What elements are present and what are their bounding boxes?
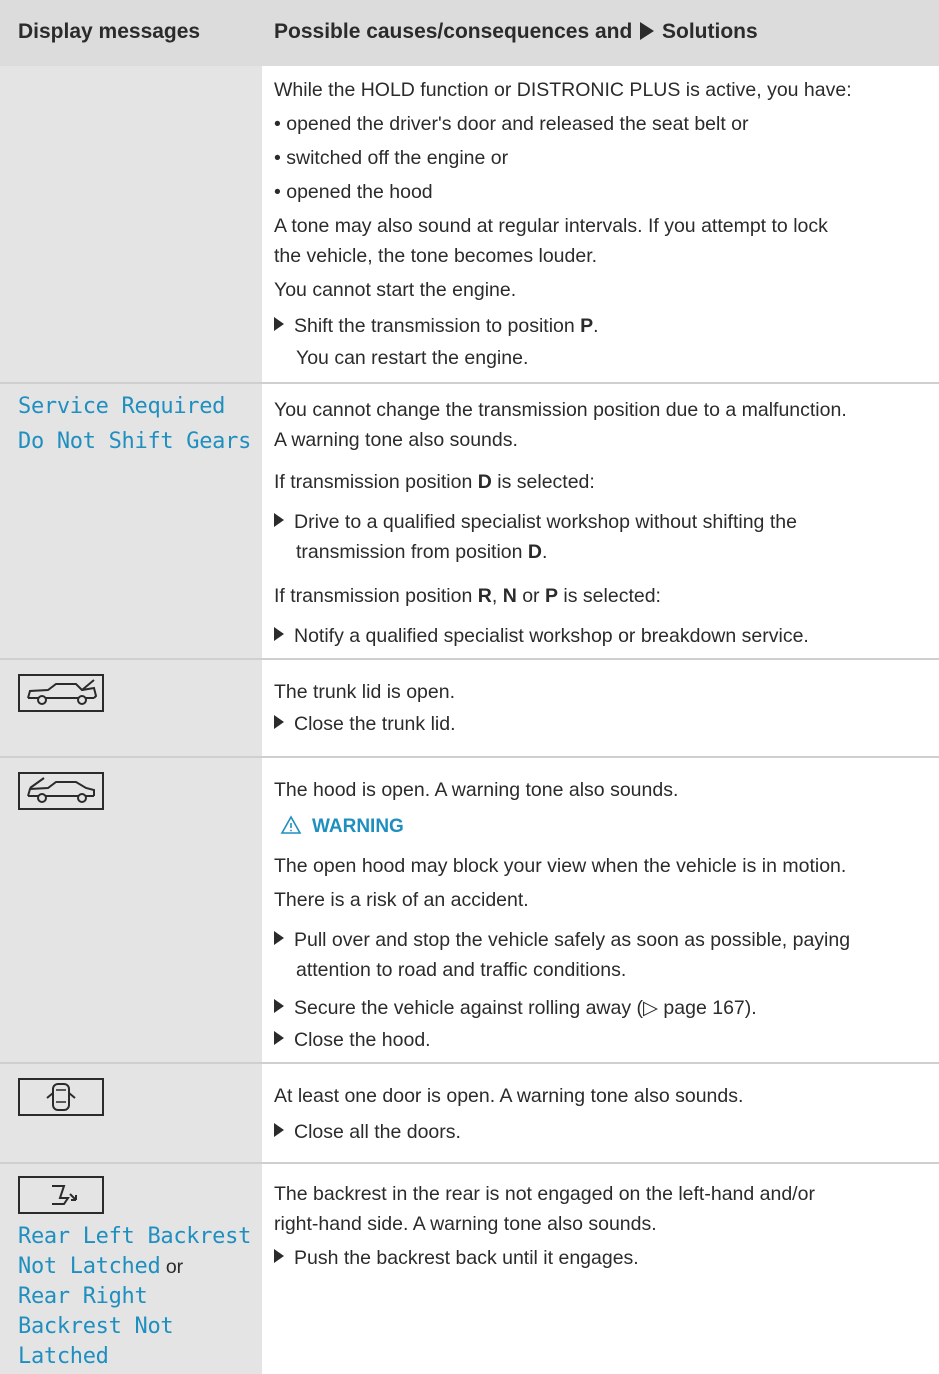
warning-text: There is a risk of an accident. bbox=[274, 889, 529, 911]
display-message: Backrest Not bbox=[18, 1314, 174, 1339]
solution-step-cont: attention to road and traffic conditions… bbox=[296, 959, 627, 981]
cause-text: You cannot start the engine. bbox=[274, 279, 517, 301]
header-causes-solutions: Possible causes/consequences and Solutio… bbox=[274, 20, 758, 43]
table-row: The hood is open. A warning tone also so… bbox=[0, 758, 939, 1062]
solution-step: Secure the vehicle against rolling away … bbox=[274, 992, 757, 1024]
solution-arrow-icon bbox=[640, 22, 655, 40]
warning-text: The open hood may block your view when t… bbox=[274, 855, 847, 877]
list-item: • opened the driver's door and released … bbox=[274, 113, 749, 135]
hood-open-icon bbox=[18, 772, 104, 810]
solution-step: Close the trunk lid. bbox=[274, 708, 456, 740]
cause-text: While the HOLD function or DISTRONIC PLU… bbox=[274, 79, 852, 101]
solution-step: Drive to a qualified specialist workshop… bbox=[274, 506, 797, 538]
table-header: Display messages Possible causes/consequ… bbox=[0, 0, 939, 66]
message-cell: Rear Left Backrest Not Latched or Rear R… bbox=[0, 1164, 262, 1374]
display-message: Service Required bbox=[18, 394, 226, 419]
step-arrow-icon bbox=[274, 1123, 284, 1137]
step-arrow-icon bbox=[274, 513, 284, 527]
solution-step-cont: transmission from position D. bbox=[296, 541, 548, 563]
message-cell bbox=[0, 758, 262, 1062]
cause-text: You cannot change the transmission posit… bbox=[274, 399, 847, 421]
table-row: At least one door is open. A warning ton… bbox=[0, 1064, 939, 1162]
header-display-messages: Display messages bbox=[18, 20, 201, 43]
step-arrow-icon bbox=[274, 715, 284, 729]
step-arrow-icon bbox=[274, 317, 284, 331]
table-row: The trunk lid is open. Close the trunk l… bbox=[0, 660, 939, 756]
display-message: Rear Left Backrest bbox=[18, 1224, 252, 1249]
step-arrow-icon bbox=[274, 1249, 284, 1263]
cause-text: the vehicle, the tone becomes louder. bbox=[274, 245, 598, 267]
step-arrow-icon bbox=[274, 1031, 284, 1045]
solution-note: You can restart the engine. bbox=[296, 347, 529, 369]
cause-text: A warning tone also sounds. bbox=[274, 429, 518, 451]
message-cell bbox=[0, 660, 262, 756]
door-open-icon bbox=[18, 1078, 104, 1116]
backrest-icon bbox=[18, 1176, 104, 1214]
cause-text: The backrest in the rear is not engaged … bbox=[274, 1183, 815, 1205]
table-row: Rear Left Backrest Not Latched or Rear R… bbox=[0, 1164, 939, 1374]
display-message: Rear Right bbox=[18, 1284, 148, 1309]
cause-text: The trunk lid is open. bbox=[274, 681, 456, 703]
step-arrow-icon bbox=[274, 999, 284, 1013]
solution-step: Close the hood. bbox=[274, 1024, 431, 1056]
cause-text: At least one door is open. A warning ton… bbox=[274, 1085, 744, 1107]
cause-text: A tone may also sound at regular interva… bbox=[274, 215, 828, 237]
table-row: While the HOLD function or DISTRONIC PLU… bbox=[0, 66, 939, 382]
solution-step: Pull over and stop the vehicle safely as… bbox=[274, 924, 850, 956]
step-arrow-icon bbox=[274, 627, 284, 641]
cause-text: If transmission position D is selected: bbox=[274, 471, 595, 493]
trunk-open-icon bbox=[18, 674, 104, 712]
solution-step: Notify a qualified specialist workshop o… bbox=[274, 620, 809, 652]
display-message: Latched bbox=[18, 1344, 109, 1369]
message-cell: Service Required Do Not Shift Gears bbox=[0, 384, 262, 658]
list-item: • switched off the engine or bbox=[274, 147, 509, 169]
display-message: Do Not Shift Gears bbox=[18, 429, 252, 454]
warning-triangle-icon bbox=[280, 815, 302, 834]
list-item: • opened the hood bbox=[274, 181, 433, 203]
table-row: Service Required Do Not Shift Gears You … bbox=[0, 384, 939, 658]
message-cell bbox=[0, 1064, 262, 1162]
solution-step: Push the backrest back until it engages. bbox=[274, 1242, 639, 1274]
cause-text: The hood is open. A warning tone also so… bbox=[274, 779, 679, 801]
step-arrow-icon bbox=[274, 931, 284, 945]
message-cell bbox=[0, 66, 262, 382]
solution-step: Shift the transmission to position P. bbox=[274, 310, 599, 342]
solution-step: Close all the doors. bbox=[274, 1116, 461, 1148]
cause-text: If transmission position R, N or P is se… bbox=[274, 585, 661, 607]
display-message-line: Not Latched or bbox=[18, 1254, 184, 1279]
cause-text: right-hand side. A warning tone also sou… bbox=[274, 1213, 657, 1235]
warning-heading: WARNING bbox=[274, 810, 404, 843]
